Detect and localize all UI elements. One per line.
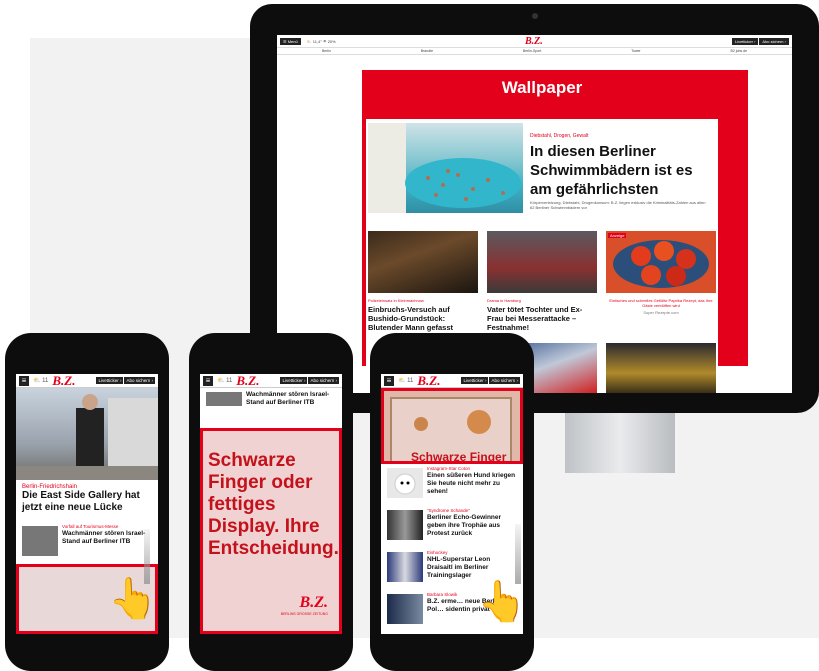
hamburger-menu-icon[interactable]: ≡ (19, 375, 29, 386)
liveticker-button[interactable]: Livetticker › (96, 377, 124, 384)
bz-logo[interactable]: B.Z. (417, 374, 440, 389)
pool-photo[interactable] (368, 123, 523, 213)
itb-thumbnail (206, 392, 242, 406)
scroll-arrow-icon (144, 529, 150, 584)
list-headline: Wachmänner stören Israel-Stand auf Berli… (246, 391, 330, 406)
nav-item-tower[interactable]: Tower (631, 49, 640, 53)
ad-highlight-frame (200, 428, 342, 634)
dog-thumbnail (387, 468, 423, 498)
card-headline: Vater tötet Tochter und Ex-Frau bei Mess… (487, 305, 583, 332)
dog-icon (394, 473, 416, 495)
ad-highlight-frame (381, 388, 523, 464)
scroll-arrow-icon (515, 524, 521, 584)
abo-button[interactable]: Abo sichern › (489, 377, 520, 384)
itb-thumbnail (22, 526, 58, 556)
phone-3-screen: ≡ ⛅ 11 B.Z. Livetticker › Abo sichern › … (381, 374, 523, 634)
lead-kicker: Diebstahl, Drogen, Gewalt (530, 133, 589, 139)
lead-teaser: Körperverletzung, Diebstahl, Drogenkonsu… (530, 200, 706, 210)
list-kicker: Instagram-Star Coton (427, 466, 471, 471)
echo-thumbnail (387, 510, 423, 540)
list-kicker: "Syndrome Schande" (427, 508, 470, 513)
weather-readout: ⛅ 11 (217, 378, 233, 384)
list-headline: Berliner Echo-Gewinner geben ihre Trophä… (427, 514, 502, 537)
police-scene-photo (487, 231, 597, 293)
menu-button[interactable]: ☰ Menü (280, 37, 301, 45)
nav-item-berlin-sport[interactable]: Berlin-Sport (523, 49, 541, 53)
swipe-hand-icon: 👆 (477, 580, 523, 624)
night-scene-photo (368, 231, 478, 293)
hamburger-menu-icon[interactable]: ≡ (203, 375, 213, 386)
swipe-hand-icon: 👆 (108, 577, 158, 621)
man-walking-graphic (16, 394, 158, 480)
bz-logo[interactable]: B.Z. (236, 374, 259, 389)
liveticker-button[interactable]: Livetticker › (731, 37, 759, 45)
list-headline: Wachmänner stören Israel-Stand auf Berli… (62, 530, 146, 545)
list-headline: NHL-Superstar Leon Draisaitl im Berliner… (427, 556, 491, 579)
pool-photo-graphic (368, 123, 521, 213)
list-kicker: Vorfall auf Tourismus-Messe (62, 524, 119, 529)
desktop-header: ☰ Menü ⛅ 11,4° ☂ 20% B.Z. Livetticker › … (277, 35, 792, 47)
card-kicker: Drama in Hamburg (487, 298, 521, 303)
lead-headline[interactable]: In diesen Berliner Schwimmbädern ist es … (530, 142, 716, 199)
desktop-screen: ☰ Menü ⛅ 11,4° ☂ 20% B.Z. Livetticker › … (277, 35, 792, 393)
sponsor-name: Super Rezepte.com (643, 310, 679, 315)
phone-header: ≡ ⛅ 11 B.Z. Livetticker › Abo sichern › (16, 374, 158, 388)
weather-readout: ⛅ 11 (33, 378, 49, 384)
monitor-stand (565, 413, 675, 473)
list-item[interactable]: "Syndrome Schande" Berliner Echo-Gewinne… (387, 508, 517, 542)
hamburger-menu-icon[interactable]: ≡ (384, 375, 394, 386)
phone-2-screen: ≡ ⛅ 11 B.Z. Livetticker › Abo sichern › … (200, 374, 342, 634)
list-item[interactable]: Vorfall auf Tourismus-Messe Wachmänner s… (22, 524, 152, 558)
sponsored-card[interactable]: Anzeige Einfaches und schnelles Gefüllte… (606, 231, 716, 315)
abo-button[interactable]: Abo sichern › (124, 377, 155, 384)
weather-readout: ⛅ 11,4° ☂ 20% (306, 38, 336, 44)
east-side-gallery-photo[interactable] (16, 388, 158, 480)
phone-header: ≡ ⛅ 11 B.Z. Livetticker › Abo sichern › (381, 374, 523, 388)
list-item[interactable]: Wachmänner stören Israel-Stand auf Berli… (206, 390, 336, 420)
abo-button[interactable]: Abo sichern › (759, 37, 789, 45)
list-headline: Einen süßeren Hund kriegen Sie heute nic… (427, 472, 516, 495)
camera-dot (532, 13, 538, 19)
liveticker-button[interactable]: Livetticker › (280, 377, 308, 384)
article-card-2[interactable]: Drama in Hamburg Vater tötet Tochter und… (487, 231, 597, 332)
bz-logo[interactable]: B.Z. (52, 374, 75, 389)
list-item[interactable]: Instagram-Star Coton Einen süßeren Hund … (387, 466, 517, 500)
card-headline: Einbruchs-Versuch auf Bushido-Grundstück… (368, 305, 454, 332)
nav-item-brandte[interactable]: Brandte (421, 49, 433, 53)
liveticker-button[interactable]: Livetticker › (461, 377, 489, 384)
promo-text: Einfaches und schnelles Gefüllte Paprika… (609, 298, 713, 308)
wallpaper-label: Wallpaper (501, 78, 583, 97)
phone-3: ≡ ⛅ 11 B.Z. Livetticker › Abo sichern › … (370, 333, 534, 671)
weather-readout: ⛅ 11 (398, 378, 414, 384)
nav-item-jobs[interactable]: B2 jobs.de (730, 49, 747, 53)
phone-1-screen: ≡ ⛅ 11 B.Z. Livetticker › Abo sichern › … (16, 374, 158, 634)
desktop-nav: Berlin Brandte Berlin-Sport Tower B2 job… (277, 47, 792, 55)
card-kicker: Polizeieinsatz in Kleinmachnow (368, 298, 424, 303)
list-item[interactable]: Eishockey NHL-Superstar Leon Draisaitl i… (387, 550, 517, 584)
peppers-graphic (613, 240, 709, 288)
article-headline[interactable]: Die East Side Gallery hat jetzt eine neu… (22, 490, 154, 514)
ad-badge: Anzeige (608, 233, 627, 238)
abo-button[interactable]: Abo sichern › (308, 377, 339, 384)
phone-header: ≡ ⛅ 11 B.Z. Livetticker › Abo sichern › (200, 374, 342, 388)
list-kicker: Eishockey (427, 550, 448, 555)
phone-2: ≡ ⛅ 11 B.Z. Livetticker › Abo sichern › … (189, 333, 353, 671)
phone-1: ≡ ⛅ 11 B.Z. Livetticker › Abo sichern › … (5, 333, 169, 671)
hockey-thumbnail (387, 552, 423, 582)
article-card-1[interactable]: Polizeieinsatz in Kleinmachnow Einbruchs… (368, 231, 478, 332)
police-thumbnail (387, 594, 423, 624)
nav-item-berlin[interactable]: Berlin (322, 49, 331, 53)
car-photo[interactable] (606, 343, 716, 393)
bz-logo[interactable]: B.Z. (525, 36, 543, 47)
stuffed-peppers-photo: Anzeige (606, 231, 716, 293)
